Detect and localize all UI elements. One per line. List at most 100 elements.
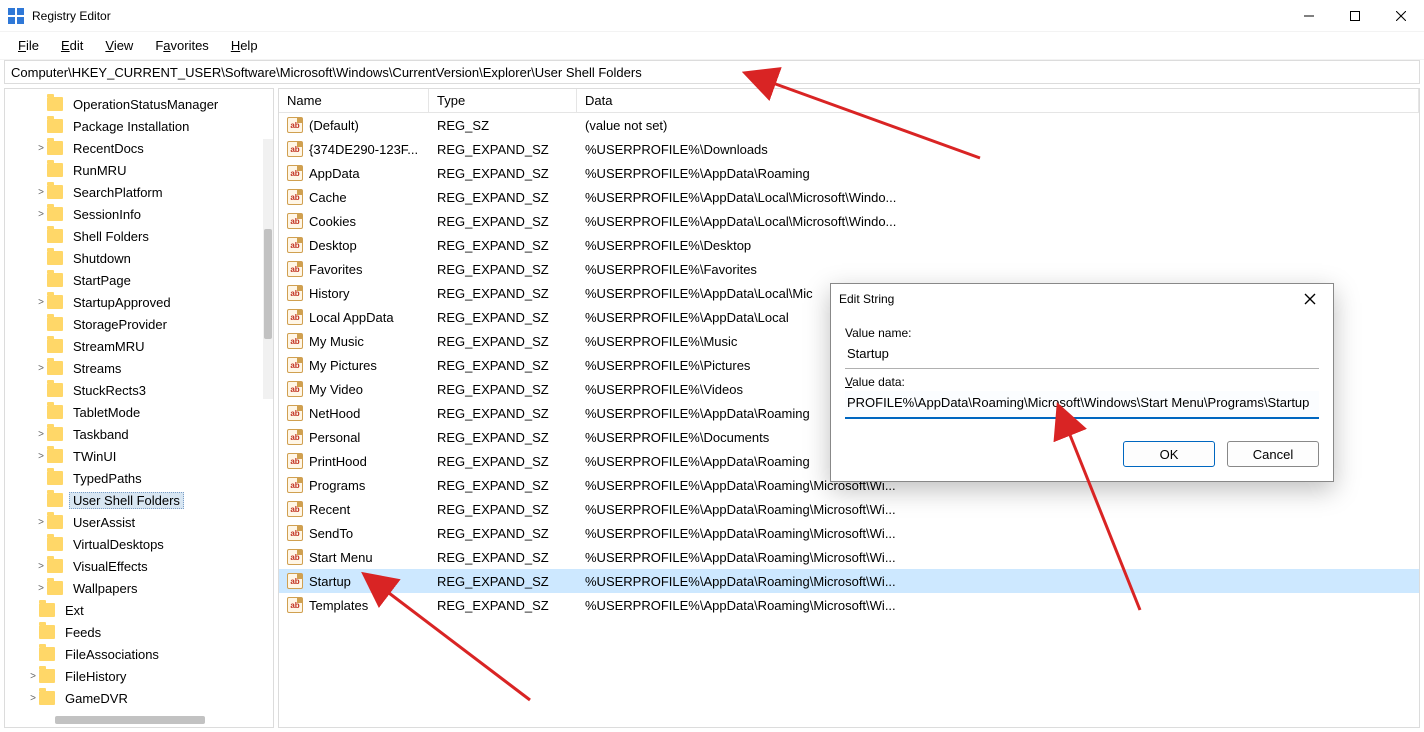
maximize-button[interactable]	[1332, 0, 1378, 32]
tree-item-label: TypedPaths	[69, 471, 146, 486]
string-value-icon	[287, 213, 303, 229]
column-data[interactable]: Data	[577, 89, 1419, 112]
folder-icon	[47, 163, 63, 177]
value-row[interactable]: {374DE290-123F...REG_EXPAND_SZ%USERPROFI…	[279, 137, 1419, 161]
tree-item[interactable]: StartPage	[5, 269, 273, 291]
value-row[interactable]: TemplatesREG_EXPAND_SZ%USERPROFILE%\AppD…	[279, 593, 1419, 617]
folder-icon	[39, 691, 55, 705]
tree-item[interactable]: StuckRects3	[5, 379, 273, 401]
ok-button[interactable]: OK	[1123, 441, 1215, 467]
tree-item[interactable]: >SessionInfo	[5, 203, 273, 225]
tree-item[interactable]: OperationStatusManager	[5, 93, 273, 115]
tree-item-label: FileHistory	[61, 669, 130, 684]
value-row[interactable]: CookiesREG_EXPAND_SZ%USERPROFILE%\AppDat…	[279, 209, 1419, 233]
expand-icon[interactable]: >	[35, 363, 47, 374]
tree-item[interactable]: >StartupApproved	[5, 291, 273, 313]
value-row[interactable]: DesktopREG_EXPAND_SZ%USERPROFILE%\Deskto…	[279, 233, 1419, 257]
value-type: REG_EXPAND_SZ	[433, 406, 581, 421]
expand-icon[interactable]: >	[35, 429, 47, 440]
tree-item[interactable]: >RecentDocs	[5, 137, 273, 159]
tree-item[interactable]: >Streams	[5, 357, 273, 379]
expand-icon[interactable]: >	[27, 671, 39, 682]
folder-icon	[47, 317, 63, 331]
tree-item[interactable]: >VisualEffects	[5, 555, 273, 577]
tree-item[interactable]: Feeds	[5, 621, 273, 643]
value-row[interactable]: StartupREG_EXPAND_SZ%USERPROFILE%\AppDat…	[279, 569, 1419, 593]
expand-icon[interactable]: >	[35, 517, 47, 528]
expand-icon[interactable]: >	[35, 209, 47, 220]
value-data: %USERPROFILE%\AppData\Roaming\Microsoft\…	[581, 502, 1419, 517]
tree-vertical-scrollbar[interactable]	[263, 139, 273, 399]
value-name: Startup	[309, 574, 351, 589]
value-row[interactable]: RecentREG_EXPAND_SZ%USERPROFILE%\AppData…	[279, 497, 1419, 521]
menu-edit[interactable]: Edit	[51, 34, 93, 57]
value-name: My Video	[309, 382, 363, 397]
expand-icon[interactable]: >	[35, 143, 47, 154]
column-type[interactable]: Type	[429, 89, 577, 112]
string-value-icon	[287, 477, 303, 493]
value-row[interactable]: (Default)REG_SZ(value not set)	[279, 113, 1419, 137]
string-value-icon	[287, 405, 303, 421]
close-button[interactable]	[1378, 0, 1424, 32]
tree-item[interactable]: > FileHistory	[5, 665, 273, 687]
tree-item[interactable]: Package Installation	[5, 115, 273, 137]
tree-item[interactable]: StreamMRU	[5, 335, 273, 357]
tree-item[interactable]: > GameDVR	[5, 687, 273, 709]
tree-item-label: User Shell Folders	[69, 492, 184, 509]
expand-icon[interactable]: >	[35, 451, 47, 462]
tree-item[interactable]: > SearchPlatform	[5, 181, 273, 203]
tree-item[interactable]: StorageProvider	[5, 313, 273, 335]
tree-item-label: GameDVR	[61, 691, 132, 706]
folder-icon	[47, 295, 63, 309]
tree-item[interactable]: >TWinUI	[5, 445, 273, 467]
window-controls	[1286, 0, 1424, 32]
menu-file[interactable]: File	[8, 34, 49, 57]
window-title: Registry Editor	[32, 9, 111, 23]
value-data: %USERPROFILE%\Favorites	[581, 262, 1419, 277]
tree-item[interactable]: RunMRU	[5, 159, 273, 181]
string-value-icon	[287, 573, 303, 589]
minimize-button[interactable]	[1286, 0, 1332, 32]
tree-item[interactable]: >Taskband	[5, 423, 273, 445]
tree-item[interactable]: Shutdown	[5, 247, 273, 269]
expand-icon[interactable]: >	[35, 187, 47, 198]
menu-favorites[interactable]: Favorites	[145, 34, 218, 57]
value-row[interactable]: Start MenuREG_EXPAND_SZ%USERPROFILE%\App…	[279, 545, 1419, 569]
expand-icon[interactable]: >	[35, 297, 47, 308]
tree-horizontal-scrollbar[interactable]	[5, 713, 273, 727]
tree-item[interactable]: TabletMode	[5, 401, 273, 423]
value-row[interactable]: AppDataREG_EXPAND_SZ%USERPROFILE%\AppDat…	[279, 161, 1419, 185]
tree-item[interactable]: TypedPaths	[5, 467, 273, 489]
tree-item[interactable]: FileAssociations	[5, 643, 273, 665]
expand-icon[interactable]: >	[27, 693, 39, 704]
value-name: Templates	[309, 598, 368, 613]
menu-help[interactable]: Help	[221, 34, 268, 57]
cancel-button[interactable]: Cancel	[1227, 441, 1319, 467]
tree-item-label: StorageProvider	[69, 317, 171, 332]
value-data: (value not set)	[581, 118, 1419, 133]
tree-item[interactable]: Ext	[5, 599, 273, 621]
tree-item[interactable]: >UserAssist	[5, 511, 273, 533]
value-name: Cache	[309, 190, 347, 205]
value-data: %USERPROFILE%\AppData\Roaming\Microsoft\…	[581, 550, 1419, 565]
tree-item-label: SearchPlatform	[69, 185, 167, 200]
value-row[interactable]: CacheREG_EXPAND_SZ%USERPROFILE%\AppData\…	[279, 185, 1419, 209]
folder-icon	[47, 471, 63, 485]
menu-view[interactable]: View	[95, 34, 143, 57]
expand-icon[interactable]: >	[35, 561, 47, 572]
value-data: %USERPROFILE%\AppData\Roaming	[581, 166, 1419, 181]
value-name-field[interactable]: Startup	[845, 342, 1319, 369]
tree-item[interactable]: VirtualDesktops	[5, 533, 273, 555]
dialog-close-button[interactable]	[1295, 284, 1325, 314]
string-value-icon	[287, 429, 303, 445]
value-row[interactable]: SendToREG_EXPAND_SZ%USERPROFILE%\AppData…	[279, 521, 1419, 545]
string-value-icon	[287, 189, 303, 205]
column-name[interactable]: Name	[279, 89, 429, 112]
tree-item[interactable]: >Wallpapers	[5, 577, 273, 599]
value-row[interactable]: FavoritesREG_EXPAND_SZ%USERPROFILE%\Favo…	[279, 257, 1419, 281]
tree-item[interactable]: User Shell Folders	[5, 489, 273, 511]
tree-item[interactable]: Shell Folders	[5, 225, 273, 247]
address-bar[interactable]: Computer\HKEY_CURRENT_USER\Software\Micr…	[4, 60, 1420, 84]
expand-icon[interactable]: >	[35, 583, 47, 594]
value-data-field[interactable]: PROFILE%\AppData\Roaming\Microsoft\Windo…	[845, 391, 1319, 419]
